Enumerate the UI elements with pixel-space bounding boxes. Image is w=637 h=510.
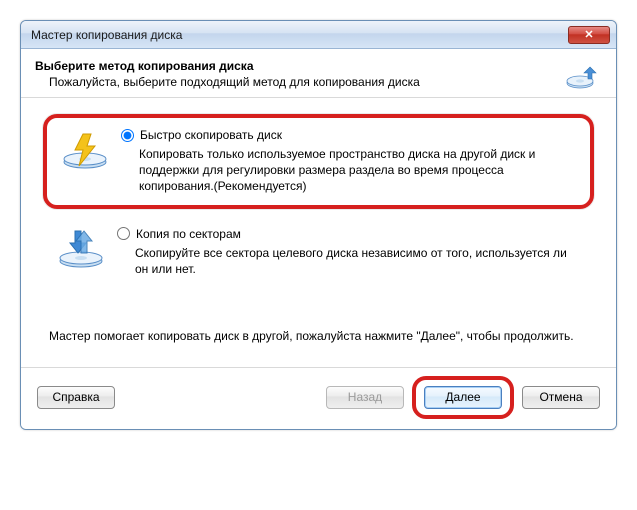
- next-button-highlight: Далее: [412, 376, 514, 419]
- option-fast-label: Быстро скопировать диск: [140, 128, 282, 142]
- back-button: Назад: [326, 386, 404, 409]
- option-sector-radio-row[interactable]: Копия по секторам: [117, 227, 580, 241]
- option-fast-body: Быстро скопировать диск Копировать тольк…: [121, 128, 576, 195]
- wizard-note: Мастер помогает копировать диск в другой…: [49, 329, 588, 343]
- button-bar: Справка Назад Далее Отмена: [21, 367, 616, 429]
- option-sector-body: Копия по секторам Скопируйте все сектора…: [117, 227, 580, 277]
- help-button[interactable]: Справка: [37, 386, 115, 409]
- cancel-button[interactable]: Отмена: [522, 386, 600, 409]
- option-sector-copy[interactable]: Копия по секторам Скопируйте все сектора…: [43, 217, 594, 287]
- option-fast-copy[interactable]: Быстро скопировать диск Копировать тольк…: [43, 114, 594, 209]
- window-title: Мастер копирования диска: [31, 28, 568, 42]
- titlebar: Мастер копирования диска ✕: [21, 21, 616, 49]
- option-sector-label: Копия по секторам: [136, 227, 241, 241]
- wizard-window: Мастер копирования диска ✕ Выберите мето…: [20, 20, 617, 430]
- wizard-header: Выберите метод копирования диска Пожалуй…: [21, 49, 616, 98]
- disk-copy-header-icon: [566, 61, 602, 91]
- close-button[interactable]: ✕: [568, 26, 610, 44]
- option-sector-description: Скопируйте все сектора целевого диска не…: [135, 245, 580, 277]
- radio-sector-copy[interactable]: [117, 227, 130, 240]
- option-fast-radio-row[interactable]: Быстро скопировать диск: [121, 128, 576, 142]
- radio-fast-copy[interactable]: [121, 129, 134, 142]
- option-fast-description: Копировать только используемое пространс…: [139, 146, 576, 195]
- header-title: Выберите метод копирования диска: [35, 59, 602, 73]
- fast-copy-disk-icon: [61, 128, 109, 172]
- sector-copy-disk-icon: [57, 227, 105, 271]
- header-subtitle: Пожалуйста, выберите подходящий метод дл…: [49, 75, 602, 89]
- wizard-content: Быстро скопировать диск Копировать тольк…: [21, 98, 616, 367]
- next-button[interactable]: Далее: [424, 386, 502, 409]
- close-icon: ✕: [584, 28, 593, 41]
